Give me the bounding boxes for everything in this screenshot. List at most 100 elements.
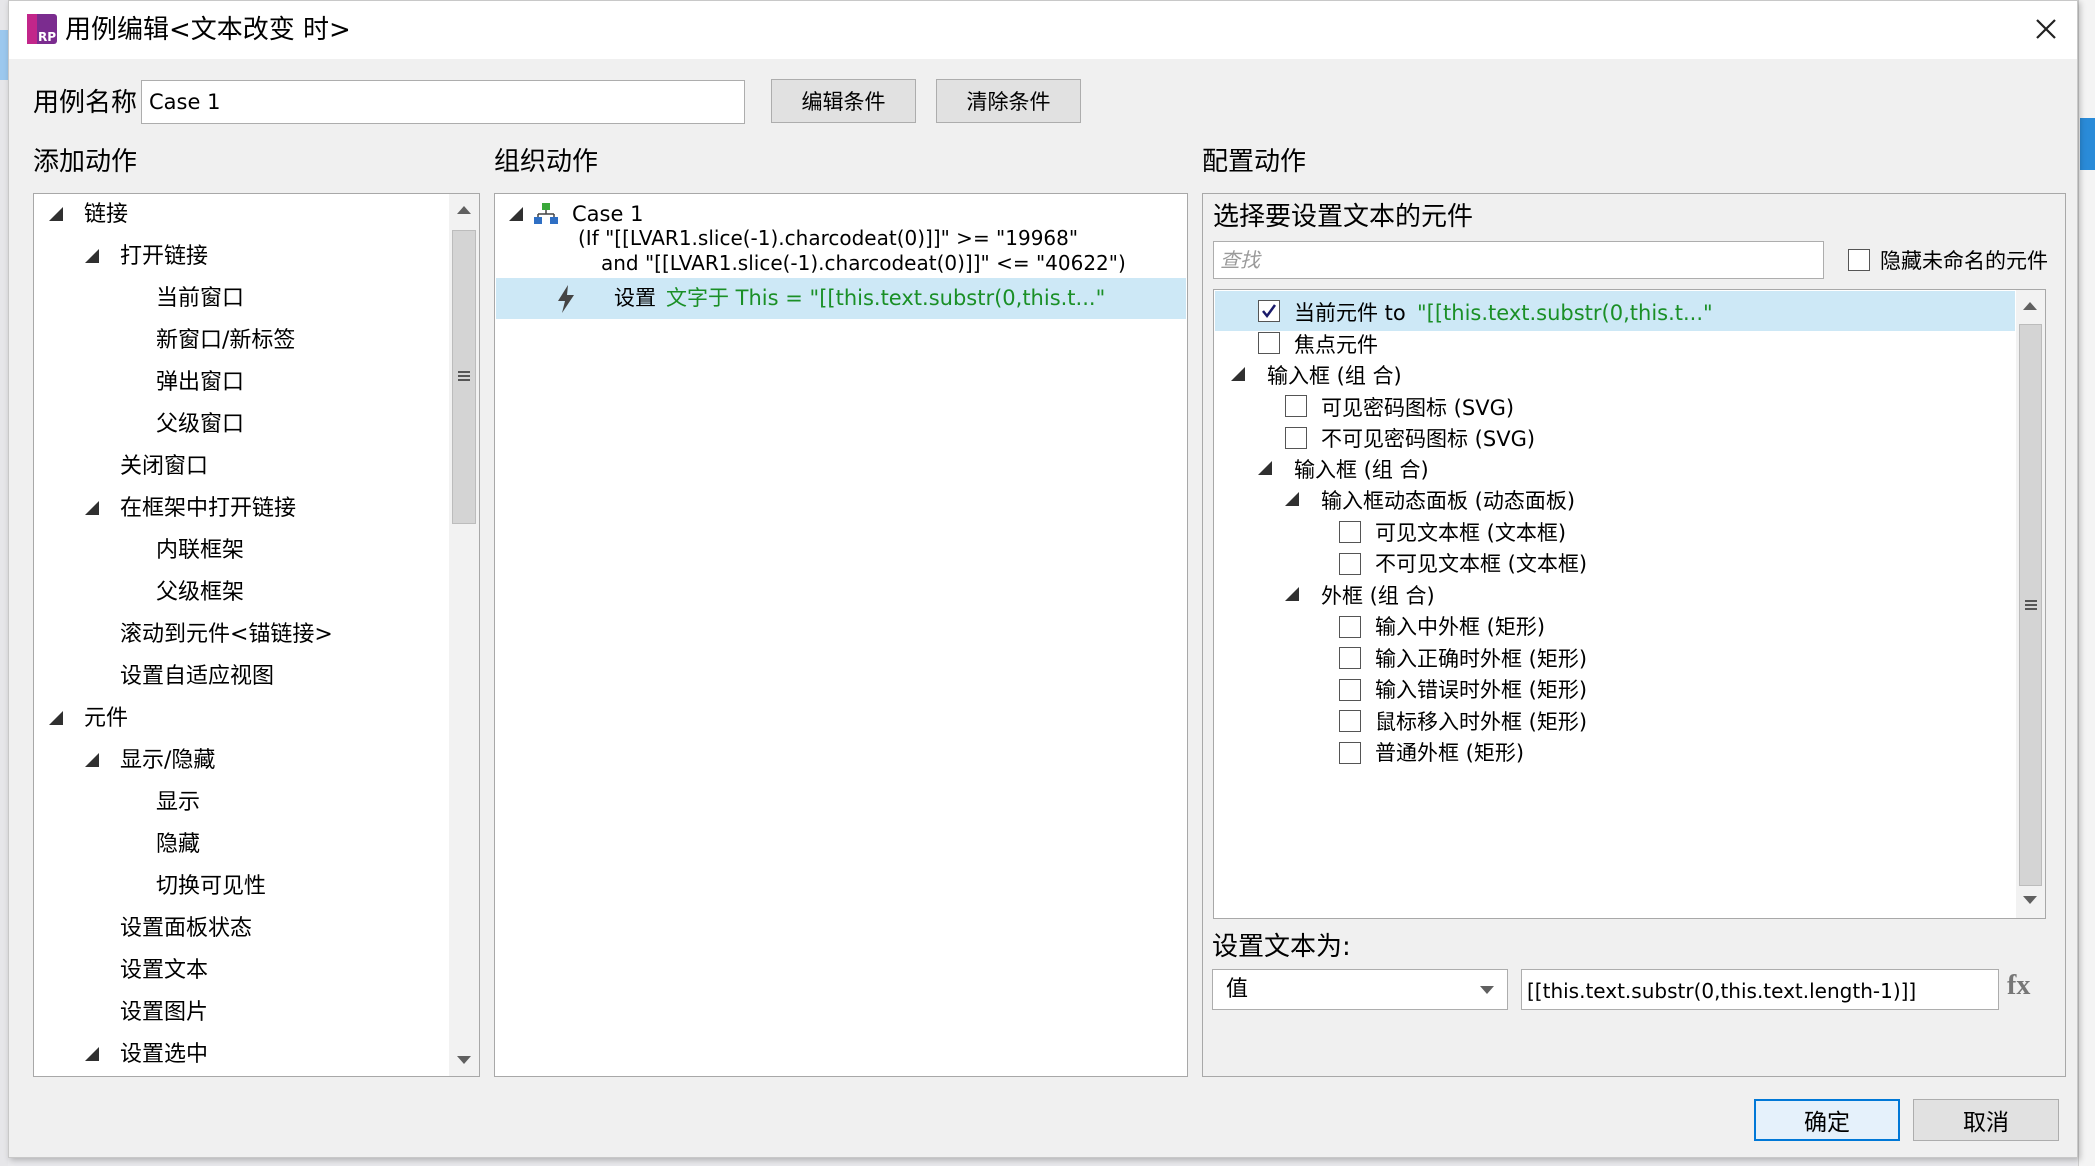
widget-dynamic-panel[interactable]: 输入框动态面板 (动态面板): [1321, 491, 1575, 512]
scrollbar-thumb[interactable]: [2019, 324, 2042, 886]
expand-icon[interactable]: [85, 753, 99, 767]
background-window-edge: [2078, 0, 2095, 1166]
tree-item-hide[interactable]: 隐藏: [156, 834, 200, 856]
set-text-label: 设置文本为:: [1212, 932, 1351, 962]
widget-visible-textbox[interactable]: 可见文本框 (文本框): [1375, 523, 1566, 544]
scroll-up-icon[interactable]: [457, 206, 471, 214]
widget-input-group[interactable]: 输入框 (组 合): [1267, 366, 1402, 387]
scroll-down-icon[interactable]: [457, 1056, 471, 1064]
widget-hidden-textbox[interactable]: 不可见文本框 (文本框): [1375, 554, 1587, 575]
hide-unnamed-checkbox[interactable]: [1848, 249, 1870, 271]
expand-icon[interactable]: [1285, 492, 1299, 506]
expand-icon[interactable]: [85, 501, 99, 515]
scroll-down-icon[interactable]: [2023, 896, 2037, 904]
expand-icon[interactable]: [49, 711, 63, 725]
add-action-tree: 链接 打开链接 当前窗口 新窗口/新标签 弹出窗口 父级窗口 关闭窗口 在框架中…: [33, 193, 480, 1077]
background-blue-left: [0, 30, 8, 80]
tree-item-scroll-to[interactable]: 滚动到元件<锚链接>: [120, 624, 333, 646]
selected-action-row[interactable]: 设置 文字于 This = "[[this.text.substr(0,this…: [496, 278, 1186, 319]
checkbox-normal-frame[interactable]: [1339, 742, 1361, 764]
expand-icon[interactable]: [1258, 461, 1272, 475]
widget-normal-frame[interactable]: 普通外框 (矩形): [1375, 743, 1524, 764]
search-placeholder: 查找: [1220, 248, 1260, 272]
grip-icon: [458, 371, 470, 381]
value-type-select[interactable]: 值: [1212, 969, 1508, 1010]
checkbox-current-widget[interactable]: [1258, 300, 1280, 322]
case-icon: [534, 203, 558, 224]
widget-frame-group[interactable]: 外框 (组 合): [1321, 586, 1435, 607]
widget-hover-frame[interactable]: 鼠标移入时外框 (矩形): [1375, 712, 1587, 733]
tree-item-open-in-frame[interactable]: 在框架中打开链接: [120, 498, 296, 520]
tree-item-current-window[interactable]: 当前窗口: [156, 288, 244, 310]
lightning-icon: [558, 285, 574, 313]
checkbox-error-frame[interactable]: [1339, 679, 1361, 701]
background-left-strip: [0, 0, 8, 1166]
tree-item-set-text[interactable]: 设置文本: [120, 960, 208, 982]
widget-current-label[interactable]: 当前元件: [1294, 303, 1378, 324]
checkbox-hidden-password-icon[interactable]: [1285, 427, 1307, 449]
search-input[interactable]: 查找: [1213, 241, 1824, 279]
tree-item-inline-frame[interactable]: 内联框架: [156, 540, 244, 562]
cancel-button[interactable]: 取消: [1913, 1099, 2059, 1141]
widget-hidden-password-icon[interactable]: 不可见密码图标 (SVG): [1321, 429, 1535, 450]
widget-correct-frame[interactable]: 输入正确时外框 (矩形): [1375, 649, 1587, 670]
action-prefix: 设置: [614, 286, 656, 310]
background-blue-strip: [2080, 118, 2095, 170]
tree-item-adaptive-view[interactable]: 设置自适应视图: [120, 666, 274, 688]
expand-icon[interactable]: [85, 1047, 99, 1061]
checkbox-hover-frame[interactable]: [1339, 710, 1361, 732]
value-text: [[this.text.substr(0,this.text.length-1)…: [1527, 979, 1917, 1003]
widget-input-group-inner[interactable]: 输入框 (组 合): [1294, 460, 1429, 481]
checkbox-visible-password-icon[interactable]: [1285, 395, 1307, 417]
hide-unnamed-label[interactable]: 隐藏未命名的元件: [1880, 251, 2048, 272]
tree-item-new-window[interactable]: 新窗口/新标签: [156, 330, 295, 352]
widget-current-value: "[[this.text.substr(0,this.t...": [1417, 301, 1713, 325]
chevron-down-icon: [1480, 986, 1494, 994]
tree-item-open-link[interactable]: 打开链接: [120, 246, 208, 268]
widget-tree: 当前元件 to "[[this.text.substr(0,this.t..."…: [1213, 289, 2046, 919]
scrollbar-thumb[interactable]: [452, 230, 476, 524]
widget-focus-label[interactable]: 焦点元件: [1294, 335, 1378, 356]
widget-typing-frame[interactable]: 输入中外框 (矩形): [1375, 617, 1545, 638]
widget-visible-password-icon[interactable]: 可见密码图标 (SVG): [1321, 398, 1514, 419]
edit-condition-button[interactable]: 编辑条件: [771, 79, 916, 123]
tree-item-popup[interactable]: 弹出窗口: [156, 372, 244, 394]
widget-tree-scrollbar[interactable]: [2016, 290, 2045, 918]
tree-item-toggle-visibility[interactable]: 切换可见性: [156, 876, 266, 898]
fx-icon[interactable]: fx: [2007, 972, 2030, 1000]
case-name-value: Case 1: [149, 90, 221, 114]
scroll-up-icon[interactable]: [2023, 302, 2037, 310]
ok-button[interactable]: 确定: [1754, 1099, 1900, 1141]
case-label[interactable]: Case 1: [572, 204, 643, 225]
tree-item-show[interactable]: 显示: [156, 792, 200, 814]
value-text-input[interactable]: [[this.text.substr(0,this.text.length-1)…: [1521, 969, 1999, 1010]
tree-item-link[interactable]: 链接: [84, 204, 128, 226]
expand-icon[interactable]: [1285, 587, 1299, 601]
checkbox-typing-frame[interactable]: [1339, 616, 1361, 638]
tree-item-close-window[interactable]: 关闭窗口: [120, 456, 208, 478]
case-condition-line1: (If "[[LVAR1.slice(-1).charcodeat(0)]]" …: [578, 226, 1079, 250]
tree-item-parent-frame[interactable]: 父级框架: [156, 582, 244, 604]
checkbox-hidden-textbox[interactable]: [1339, 553, 1361, 575]
tree-item-set-panel-state[interactable]: 设置面板状态: [120, 918, 252, 940]
case-name-input[interactable]: Case 1: [141, 80, 745, 124]
expand-icon[interactable]: [509, 207, 523, 221]
configure-action-area: 选择要设置文本的元件 查找 隐藏未命名的元件 当前元件 to "[[this.t…: [1202, 193, 2066, 1077]
add-action-scrollbar[interactable]: [449, 194, 479, 1076]
checkbox-correct-frame[interactable]: [1339, 647, 1361, 669]
tree-item-set-selected[interactable]: 设置选中: [120, 1044, 208, 1066]
checkbox-visible-textbox[interactable]: [1339, 521, 1361, 543]
expand-icon[interactable]: [49, 207, 63, 221]
checkbox-focus-widget[interactable]: [1258, 332, 1280, 354]
expand-icon[interactable]: [85, 249, 99, 263]
widget-error-frame[interactable]: 输入错误时外框 (矩形): [1375, 680, 1587, 701]
clear-condition-button[interactable]: 清除条件: [936, 79, 1081, 123]
check-icon: [1262, 304, 1277, 319]
action-detail: 文字于 This = "[[this.text.substr(0,this.t.…: [666, 286, 1106, 310]
tree-item-set-image[interactable]: 设置图片: [120, 1002, 208, 1024]
tree-item-parent-window[interactable]: 父级窗口: [156, 414, 244, 436]
tree-item-widgets[interactable]: 元件: [84, 708, 128, 730]
expand-icon[interactable]: [1231, 367, 1245, 381]
close-icon[interactable]: [2035, 18, 2057, 40]
tree-item-show-hide[interactable]: 显示/隐藏: [120, 750, 215, 772]
